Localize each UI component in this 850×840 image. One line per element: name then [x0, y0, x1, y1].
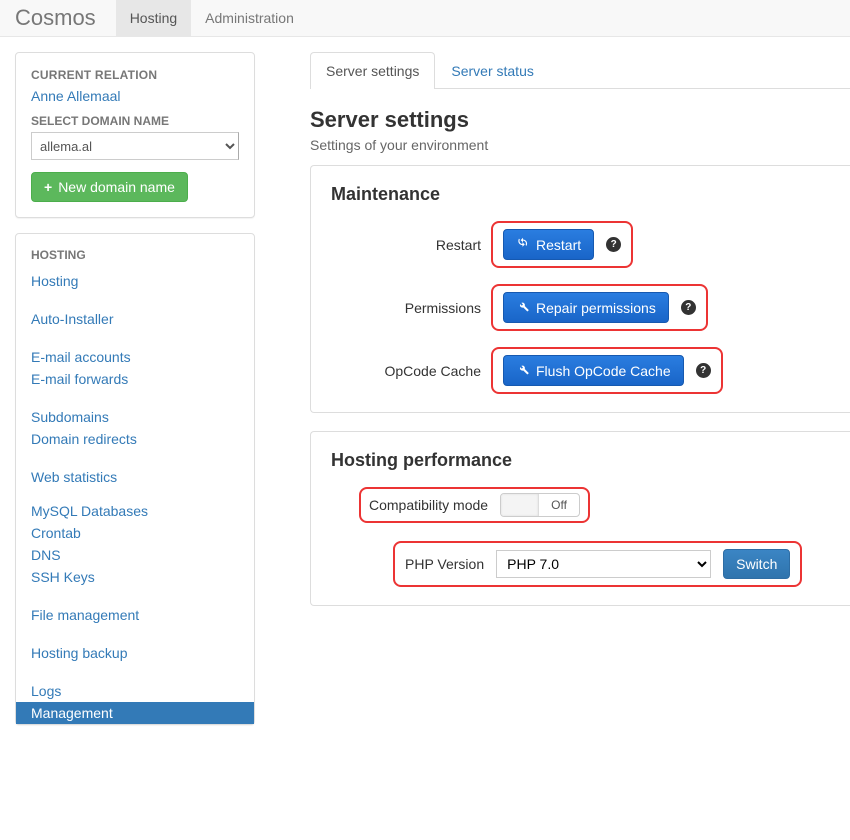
- repair-permissions-button[interactable]: Repair permissions: [503, 292, 669, 323]
- tab-server-status[interactable]: Server status: [435, 52, 549, 89]
- nav-email-forwards[interactable]: E-mail forwards: [16, 368, 254, 390]
- restart-highlight-frame: Restart ?: [491, 221, 633, 268]
- permissions-label: Permissions: [331, 300, 491, 316]
- wrench-icon: [516, 299, 530, 316]
- page-title: Server settings: [310, 107, 850, 133]
- repair-permissions-label: Repair permissions: [536, 300, 656, 316]
- new-domain-label: New domain name: [58, 179, 175, 195]
- nav-subdomains[interactable]: Subdomains: [16, 406, 254, 428]
- plus-icon: +: [44, 179, 52, 195]
- compat-toggle-state: Off: [539, 498, 579, 512]
- restart-button-label: Restart: [536, 237, 581, 253]
- nav-email-accounts[interactable]: E-mail accounts: [16, 346, 254, 368]
- php-highlight-frame: PHP Version PHP 7.0 Switch: [393, 541, 802, 587]
- tab-server-settings[interactable]: Server settings: [310, 52, 435, 89]
- restart-label: Restart: [331, 237, 491, 253]
- nav-hosting[interactable]: Hosting: [16, 270, 254, 292]
- nav-domain-redirects[interactable]: Domain redirects: [16, 428, 254, 450]
- brand-title: Cosmos: [15, 5, 96, 31]
- select-domain-label: SELECT DOMAIN NAME: [31, 114, 239, 128]
- performance-section: Hosting performance Compatibility mode O…: [310, 431, 850, 606]
- help-icon[interactable]: ?: [696, 363, 711, 378]
- php-version-label: PHP Version: [405, 556, 484, 572]
- top-navbar: Cosmos Hosting Administration: [0, 0, 850, 37]
- flush-opcode-button[interactable]: Flush OpCode Cache: [503, 355, 684, 386]
- wrench-icon: [516, 362, 530, 379]
- topnav-hosting[interactable]: Hosting: [116, 0, 191, 36]
- nav-dns[interactable]: DNS: [16, 544, 254, 566]
- opcode-label: OpCode Cache: [331, 363, 491, 379]
- maintenance-section: Maintenance Restart Restart ? Permission…: [310, 165, 850, 413]
- relation-panel: CURRENT RELATION Anne Allemaal SELECT DO…: [15, 52, 255, 218]
- nav-auto-installer[interactable]: Auto-Installer: [16, 308, 254, 330]
- current-relation-link[interactable]: Anne Allemaal: [31, 88, 239, 104]
- restart-button[interactable]: Restart: [503, 229, 594, 260]
- performance-title: Hosting performance: [331, 450, 830, 471]
- nav-mysql[interactable]: MySQL Databases: [16, 500, 254, 522]
- permissions-highlight-frame: Repair permissions ?: [491, 284, 708, 331]
- nav-crontab[interactable]: Crontab: [16, 522, 254, 544]
- php-version-select[interactable]: PHP 7.0: [496, 550, 711, 578]
- switch-button[interactable]: Switch: [723, 549, 790, 579]
- nav-hosting-backup[interactable]: Hosting backup: [16, 642, 254, 664]
- page-subtitle: Settings of your environment: [310, 137, 850, 153]
- switch-button-label: Switch: [736, 556, 777, 572]
- maintenance-title: Maintenance: [331, 184, 830, 205]
- nav-logs[interactable]: Logs: [16, 680, 254, 702]
- nav-ssh-keys[interactable]: SSH Keys: [16, 566, 254, 588]
- topnav-administration[interactable]: Administration: [191, 0, 308, 36]
- compat-toggle[interactable]: Off: [500, 493, 580, 517]
- help-icon[interactable]: ?: [681, 300, 696, 315]
- hosting-nav-panel: HOSTING Hosting Auto-Installer E-mail ac…: [15, 233, 255, 725]
- refresh-icon: [516, 236, 530, 253]
- toggle-knob: [501, 494, 539, 516]
- compat-label: Compatibility mode: [369, 497, 488, 513]
- sidebar: CURRENT RELATION Anne Allemaal SELECT DO…: [0, 37, 270, 725]
- nav-management[interactable]: Management: [16, 702, 254, 724]
- opcode-highlight-frame: Flush OpCode Cache ?: [491, 347, 723, 394]
- help-icon[interactable]: ?: [606, 237, 621, 252]
- current-relation-heading: CURRENT RELATION: [31, 68, 239, 82]
- tabs-bar: Server settings Server status: [310, 52, 850, 89]
- flush-opcode-label: Flush OpCode Cache: [536, 363, 671, 379]
- new-domain-button[interactable]: + New domain name: [31, 172, 188, 202]
- domain-select[interactable]: allema.al: [31, 132, 239, 160]
- compat-highlight-frame: Compatibility mode Off: [359, 487, 590, 523]
- main-content: Server settings Server status Server set…: [270, 37, 850, 624]
- nav-web-statistics[interactable]: Web statistics: [16, 466, 254, 488]
- hosting-nav-heading: HOSTING: [16, 234, 254, 270]
- nav-file-management[interactable]: File management: [16, 604, 254, 626]
